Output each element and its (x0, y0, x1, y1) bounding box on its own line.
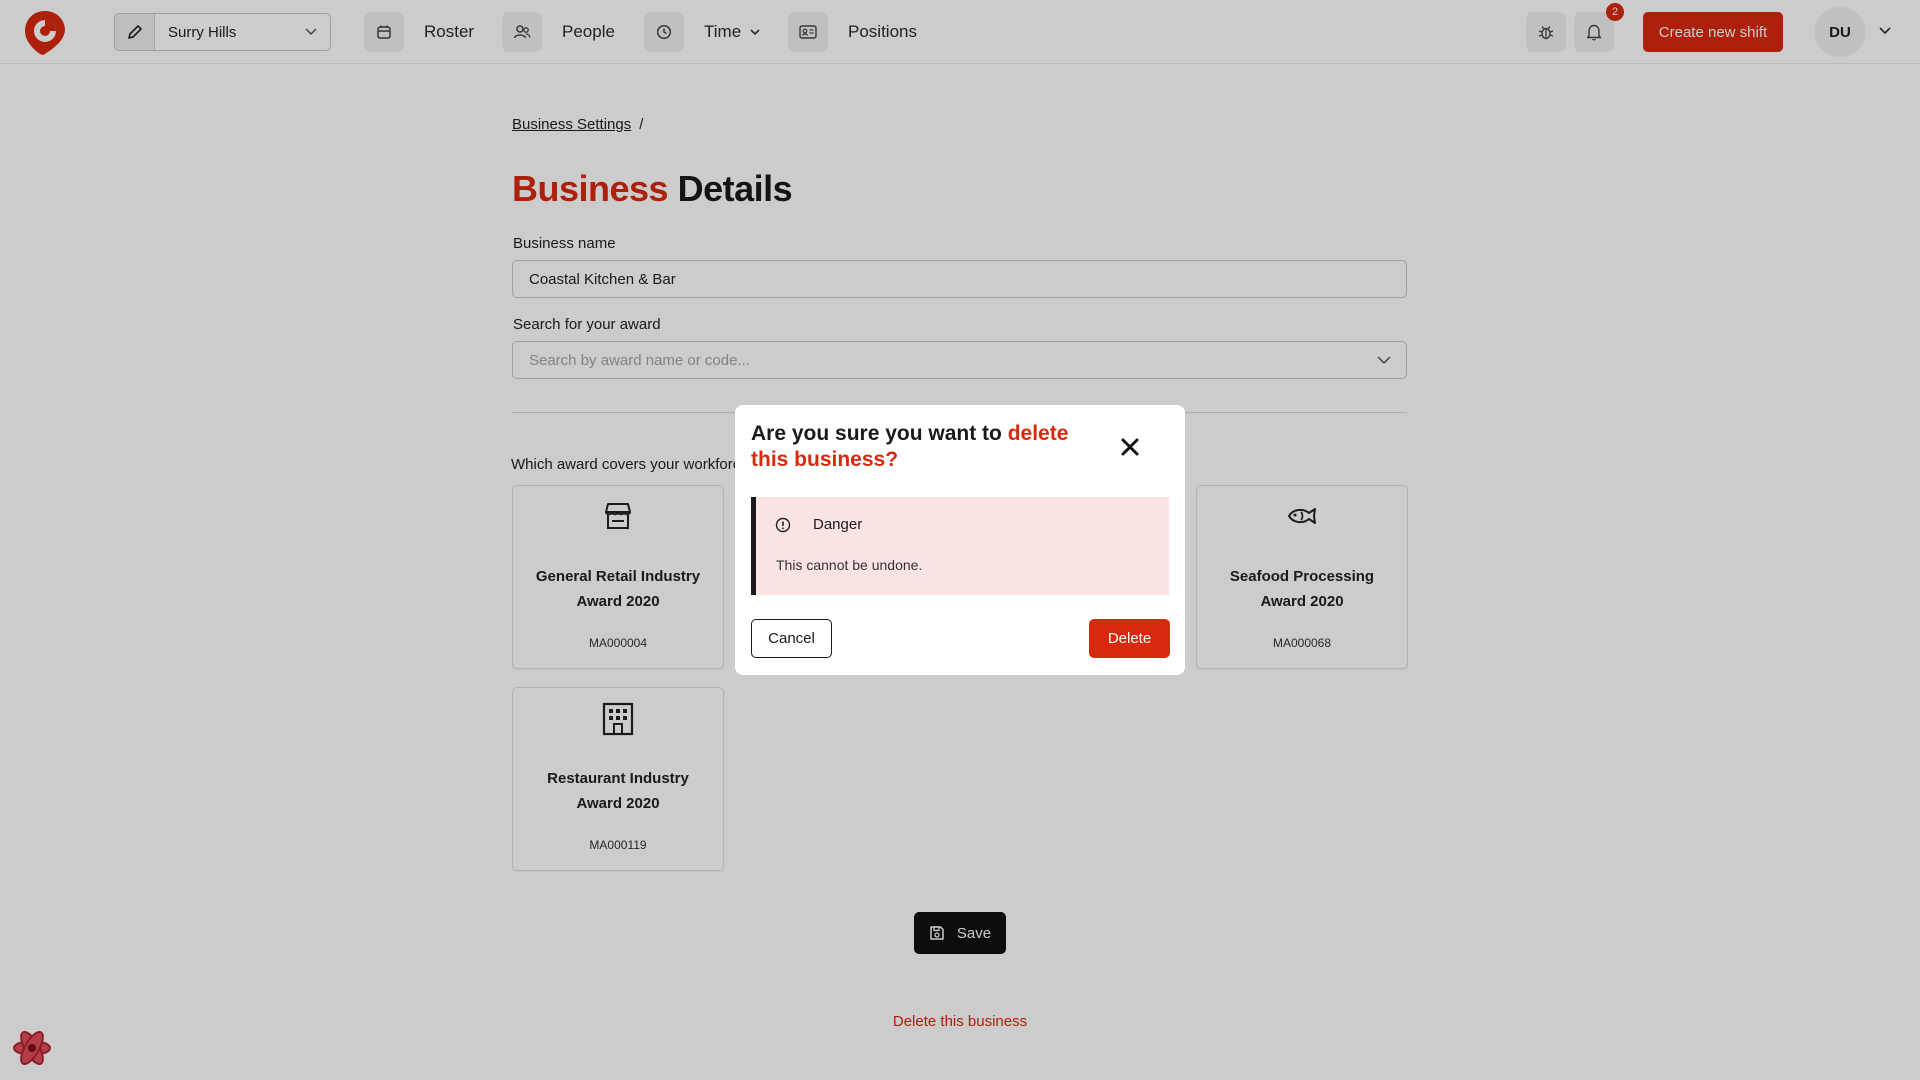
confirm-delete-button[interactable]: Delete (1089, 619, 1170, 658)
info-circle-icon (775, 517, 791, 538)
danger-alert: Danger This cannot be undone. (751, 497, 1169, 595)
dialog-title-prefix: Are you sure you want to (751, 422, 1008, 445)
cancel-button[interactable]: Cancel (751, 619, 832, 658)
dialog-title: Are you sure you want to delete this bus… (751, 421, 1111, 473)
close-icon[interactable] (1118, 435, 1142, 459)
delete-business-confirm-dialog: Are you sure you want to delete this bus… (735, 405, 1185, 675)
alert-message: This cannot be undone. (776, 557, 923, 573)
alert-title: Danger (813, 516, 863, 533)
